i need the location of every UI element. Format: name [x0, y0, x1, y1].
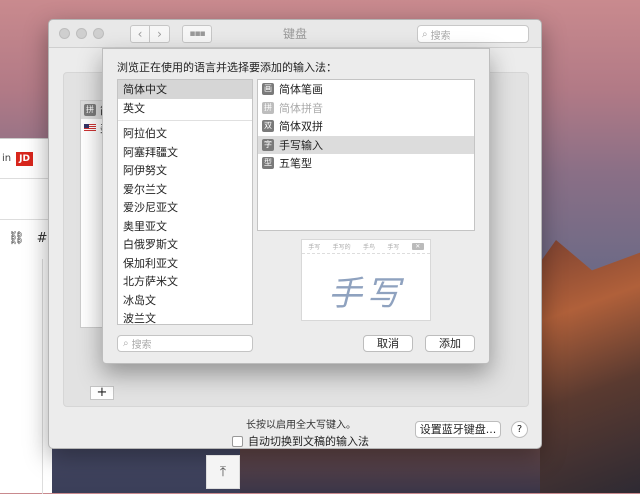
minimize-button[interactable] [76, 28, 87, 39]
candidate: 手鸟 [362, 244, 375, 251]
language-item[interactable]: 奥里亚文 [118, 217, 252, 236]
setup-bluetooth-keyboard-button[interactable]: 设置蓝牙键盘... [415, 421, 501, 438]
nav-buttons: ‹ › [130, 24, 170, 43]
jd-logo-icon[interactable]: JD [16, 151, 33, 166]
language-item[interactable]: 波兰文 [118, 309, 252, 324]
search-placeholder: 搜索 [131, 340, 152, 351]
auto-switch-label: 自动切换到文稿的输入法 [248, 435, 369, 448]
search-icon: ⌕ [123, 338, 129, 349]
toolbar-row: ⛓ # [8, 231, 48, 246]
add-input-source-button[interactable]: + [90, 386, 114, 400]
cancel-button[interactable]: 取消 [363, 335, 413, 352]
handwriting-icon: 字 [262, 138, 274, 151]
pinyin-icon: 拼 [262, 101, 274, 114]
close-button[interactable] [59, 28, 70, 39]
link-icon[interactable]: ⛓ [8, 231, 25, 246]
shuangpin-icon: 双 [262, 120, 274, 133]
zoom-button[interactable] [93, 28, 104, 39]
language-item[interactable]: 简体中文 [118, 80, 252, 99]
input-method-item[interactable]: 型 五笔型 [258, 154, 474, 173]
divider [42, 259, 43, 494]
handwriting-sample: 手写 [328, 274, 404, 314]
divider [118, 120, 252, 121]
show-all-grid-button[interactable]: ▪▪▪ [182, 24, 212, 43]
candidate: 手写 [308, 244, 321, 251]
handwriting-preview: 手写 手写的 手鸟 手写 ✕ 手写 [301, 239, 431, 321]
input-method-list: 画 简体笔画 拼 简体拼音 双 简体双拼 字 手写输入 型 五笔型 [257, 79, 475, 231]
delete-icon: ✕ [411, 243, 424, 250]
language-item[interactable]: 阿拉伯文 [118, 124, 252, 143]
language-item[interactable]: 白俄罗斯文 [118, 235, 252, 254]
input-method-item[interactable]: 双 简体双拼 [258, 117, 474, 136]
language-search-field[interactable]: ⌕ 搜索 [117, 335, 253, 352]
search-field[interactable]: ⌕ 搜索 [417, 25, 529, 43]
help-button[interactable]: ? [511, 421, 528, 438]
tab-favicon[interactable]: in [2, 153, 11, 164]
language-item[interactable]: 阿伊努文 [118, 161, 252, 180]
input-method-label: 简体拼音 [279, 101, 323, 115]
language-list: 简体中文 英文 阿拉伯文 阿塞拜疆文 阿伊努文 爱尔兰文 爱沙尼亚文 奥里亚文 … [117, 79, 253, 325]
input-method-label: 简体笔画 [279, 83, 323, 97]
candidate-bar: 手写 手写的 手鸟 手写 ✕ [302, 240, 430, 254]
divider [0, 219, 52, 220]
language-item[interactable]: 阿塞拜疆文 [118, 143, 252, 162]
forward-button[interactable]: › [150, 24, 170, 43]
hash-icon[interactable]: # [37, 231, 48, 246]
scroll-to-top-icon[interactable]: ⤒ [206, 455, 240, 489]
input-method-item[interactable]: 字 手写输入 [258, 135, 474, 154]
candidate: 手写的 [332, 244, 351, 251]
caps-lock-hint: 长按以启用全大写键入。 [246, 420, 356, 431]
background-browser-window: in JD ⛓ # [0, 138, 52, 494]
stroke-icon: 画 [262, 83, 274, 96]
sheet-prompt: 浏览正在使用的语言并选择要添加的输入法： [117, 61, 337, 74]
wubi-icon: 型 [262, 157, 274, 170]
candidate: 手写 [387, 244, 400, 251]
auto-switch-checkbox[interactable] [232, 435, 243, 447]
window-controls [59, 28, 104, 39]
language-item[interactable]: 英文 [118, 99, 252, 118]
add-input-source-sheet: 浏览正在使用的语言并选择要添加的输入法： 简体中文 英文 阿拉伯文 阿塞拜疆文 … [102, 48, 490, 364]
search-icon: ⌕ [422, 28, 428, 40]
title-bar: ‹ › ▪▪▪ 键盘 ⌕ 搜索 [49, 20, 541, 48]
input-method-label: 五笔型 [279, 157, 312, 171]
back-button[interactable]: ‹ [130, 24, 150, 43]
input-method-item[interactable]: 拼 简体拼音 [258, 99, 474, 118]
us-flag-icon [84, 124, 96, 132]
language-item[interactable]: 北方萨米文 [118, 272, 252, 291]
input-method-item[interactable]: 画 简体笔画 [258, 80, 474, 99]
auto-switch-checkbox-row[interactable]: 自动切换到文稿的输入法 [232, 433, 369, 449]
language-item[interactable]: 爱尔兰文 [118, 180, 252, 199]
language-item[interactable]: 冰岛文 [118, 291, 252, 310]
input-method-label: 手写输入 [279, 138, 323, 152]
input-method-label: 简体双拼 [279, 120, 323, 134]
language-item[interactable]: 爱沙尼亚文 [118, 198, 252, 217]
search-placeholder: 搜索 [430, 30, 451, 42]
pinyin-icon: 拼 [84, 104, 96, 116]
language-item[interactable]: 保加利亚文 [118, 254, 252, 273]
add-button[interactable]: 添加 [425, 335, 475, 352]
